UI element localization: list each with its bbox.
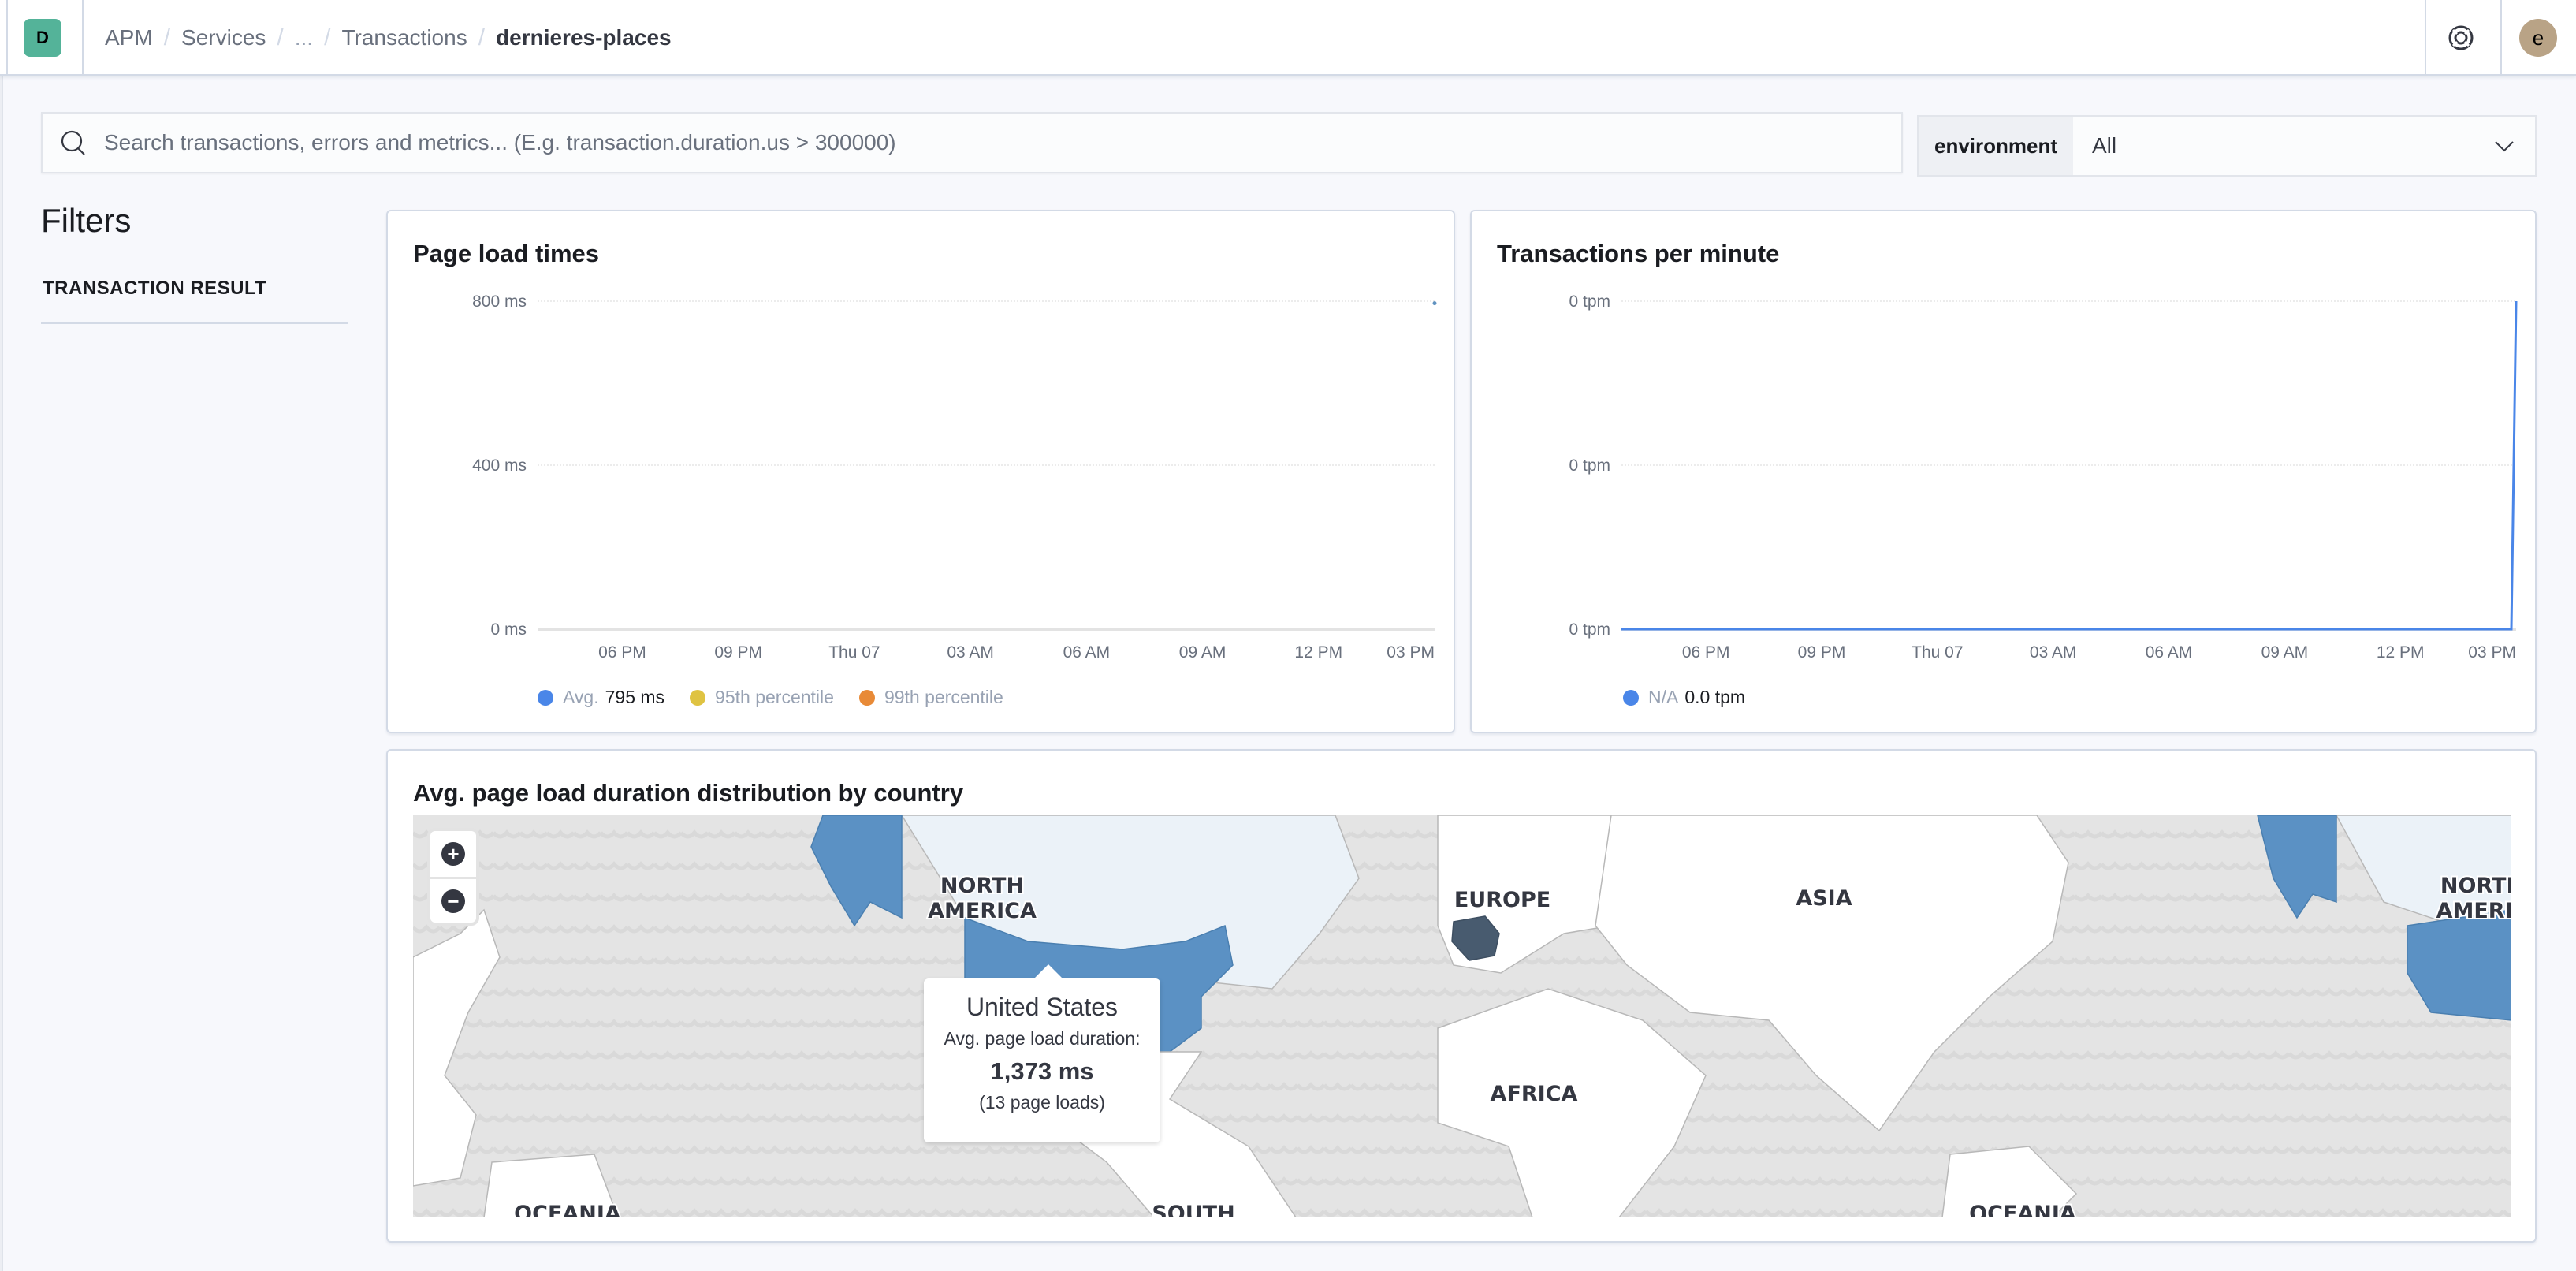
map-panel: Avg. page load duration distribution by …	[386, 749, 2537, 1243]
tooltip-count: (13 page loads)	[979, 1092, 1105, 1113]
filters-title: Filters	[41, 202, 132, 239]
search-icon	[61, 130, 85, 155]
y-tick-label: 0 ms	[490, 621, 527, 639]
x-tick-label: 12 PM	[1294, 643, 1342, 662]
x-tick-label: 09 AM	[2261, 643, 2309, 662]
header-divider	[6, 0, 8, 74]
legend-dot-icon	[538, 689, 553, 706]
x-tick-label: 06 PM	[598, 643, 646, 662]
x-tick-label: 03 PM	[2468, 643, 2516, 662]
label-north-america-right-2: AMERIC	[2436, 899, 2511, 923]
tooltip-label: Avg. page load duration:	[944, 1028, 1141, 1049]
label-north-america-right: NORTH	[2440, 874, 2511, 898]
x-tick-label: 06 AM	[2146, 643, 2193, 662]
environment-label: environment	[1919, 117, 2073, 175]
x-tick-label: 03 AM	[947, 643, 994, 662]
map-zoom-control: + −	[427, 828, 479, 926]
header-divider	[2425, 0, 2426, 74]
breadcrumb-separator: /	[324, 24, 331, 50]
map-title: Avg. page load duration distribution by …	[413, 779, 964, 807]
help-lifebuoy-icon[interactable]	[2447, 24, 2475, 52]
tooltip-country: United States	[966, 993, 1119, 1021]
y-tick-label: 800 ms	[472, 293, 527, 311]
zoom-in-button[interactable]: +	[430, 831, 476, 877]
legend-item-avg[interactable]: Avg. 795 ms	[538, 687, 664, 708]
chart-legend: Avg. 795 ms 95th percentile 99th percent…	[538, 687, 1029, 708]
label-north-america: NORTH	[940, 874, 1024, 898]
x-tick-label: Thu 07	[828, 643, 880, 662]
transactions-per-minute-panel: Transactions per minute 0 tpm 0 tpm 0 tpm 0…	[1470, 210, 2537, 733]
legend-value: 795 ms	[605, 687, 665, 707]
world-map-svg[interactable]: NORTH AMERICA EUROPE ASIA AFRICA SOUTH O…	[413, 815, 2511, 1217]
breadcrumb-separator: /	[163, 24, 171, 50]
x-tick-label: Thu 07	[1912, 643, 1963, 662]
label-oceania: OCEANIA	[514, 1202, 621, 1217]
y-tick-label: 400 ms	[472, 457, 527, 475]
y-tick-label: 0 tpm	[1569, 621, 1610, 639]
user-avatar[interactable]: e	[2519, 19, 2557, 57]
zoom-out-button[interactable]: −	[430, 877, 476, 922]
header-divider	[82, 0, 84, 74]
data-point-avg-	[1432, 301, 1437, 306]
legend-label: 95th percentile	[715, 687, 834, 707]
map-tooltip: United States Avg. page load duration: 1…	[924, 964, 1160, 1142]
breadcrumb: APM / Services / ... / Transactions / de…	[105, 24, 672, 52]
x-tick-label: 12 PM	[2377, 643, 2425, 662]
space-avatar[interactable]: D	[24, 19, 61, 57]
top-header: D APM / Services / ... / Transactions / …	[0, 0, 2576, 76]
tpm-chart[interactable]: 0 tpm 0 tpm 0 tpm 06 PM 09 PM Thu 07 03 AM 06 A…	[1472, 211, 2538, 684]
label-africa: AFRICA	[1491, 1082, 1578, 1106]
legend-dot-icon	[690, 689, 706, 706]
chart-legend: N/A 0.0 tpm	[1623, 687, 1770, 708]
page-load-times-panel: Page load times 0 ms 400 ms 800 ms 06 PM 09 …	[386, 210, 1455, 733]
x-tick-label: 09 PM	[714, 643, 762, 662]
tooltip-value: 1,373 ms	[990, 1057, 1094, 1085]
page-load-times-chart[interactable]: 0 ms 400 ms 800 ms 06 PM 09 PM Thu 07 03 AM 06 …	[388, 211, 1457, 684]
label-north-america-2: AMERICA	[928, 899, 1037, 923]
x-tick-label: 09 AM	[1179, 643, 1227, 662]
search-bar	[41, 112, 1903, 173]
breadcrumb-collapsed[interactable]: ...	[295, 25, 313, 50]
legend-label: 99th percentile	[884, 687, 1003, 707]
legend-value: 0.0 tpm	[1684, 687, 1746, 707]
legend-label: Avg.	[563, 687, 599, 707]
breadcrumb-separator: /	[478, 24, 486, 50]
environment-select[interactable]: environment All	[1917, 115, 2537, 177]
filter-divider	[41, 322, 348, 324]
x-tick-label: 06 PM	[1682, 643, 1730, 662]
breadcrumb-services[interactable]: Services	[181, 25, 266, 50]
header-divider	[2500, 0, 2502, 74]
legend-dot-icon	[1623, 689, 1639, 706]
label-oceania-right: OCEANIA	[1969, 1202, 2076, 1217]
x-tick-label: 03 PM	[1387, 643, 1435, 662]
breadcrumb-separator: /	[277, 24, 284, 50]
legend-item-95th[interactable]: 95th percentile	[690, 687, 834, 708]
legend-label: N/A	[1648, 687, 1679, 707]
label-europe: EUROPE	[1454, 888, 1550, 912]
x-tick-label: 06 AM	[1063, 643, 1111, 662]
label-asia: ASIA	[1796, 886, 1852, 911]
minus-icon: −	[441, 889, 465, 913]
y-tick-label: 0 tpm	[1569, 293, 1610, 311]
x-tick-label: 09 PM	[1798, 643, 1846, 662]
label-south-america: SOUTH	[1152, 1202, 1234, 1217]
legend-dot-icon	[858, 689, 875, 706]
world-map[interactable]: NORTH AMERICA EUROPE ASIA AFRICA SOUTH O…	[413, 815, 2511, 1217]
plus-icon: +	[441, 842, 465, 866]
chevron-down-icon[interactable]	[2492, 134, 2516, 158]
breadcrumb-apm[interactable]: APM	[105, 25, 153, 50]
legend-item-na[interactable]: N/A 0.0 tpm	[1623, 687, 1745, 708]
breadcrumb-transactions[interactable]: Transactions	[341, 25, 467, 50]
x-tick-label: 03 AM	[2030, 643, 2077, 662]
left-nav-rail	[0, 76, 3, 1271]
filter-section-transaction-result[interactable]: TRANSACTION RESULT	[43, 278, 267, 300]
search-input[interactable]	[104, 130, 1838, 155]
breadcrumb-current: dernieres-places	[496, 25, 672, 50]
legend-item-99th[interactable]: 99th percentile	[858, 687, 1003, 708]
environment-value[interactable]: All	[2073, 117, 2492, 175]
y-tick-label: 0 tpm	[1569, 457, 1610, 475]
